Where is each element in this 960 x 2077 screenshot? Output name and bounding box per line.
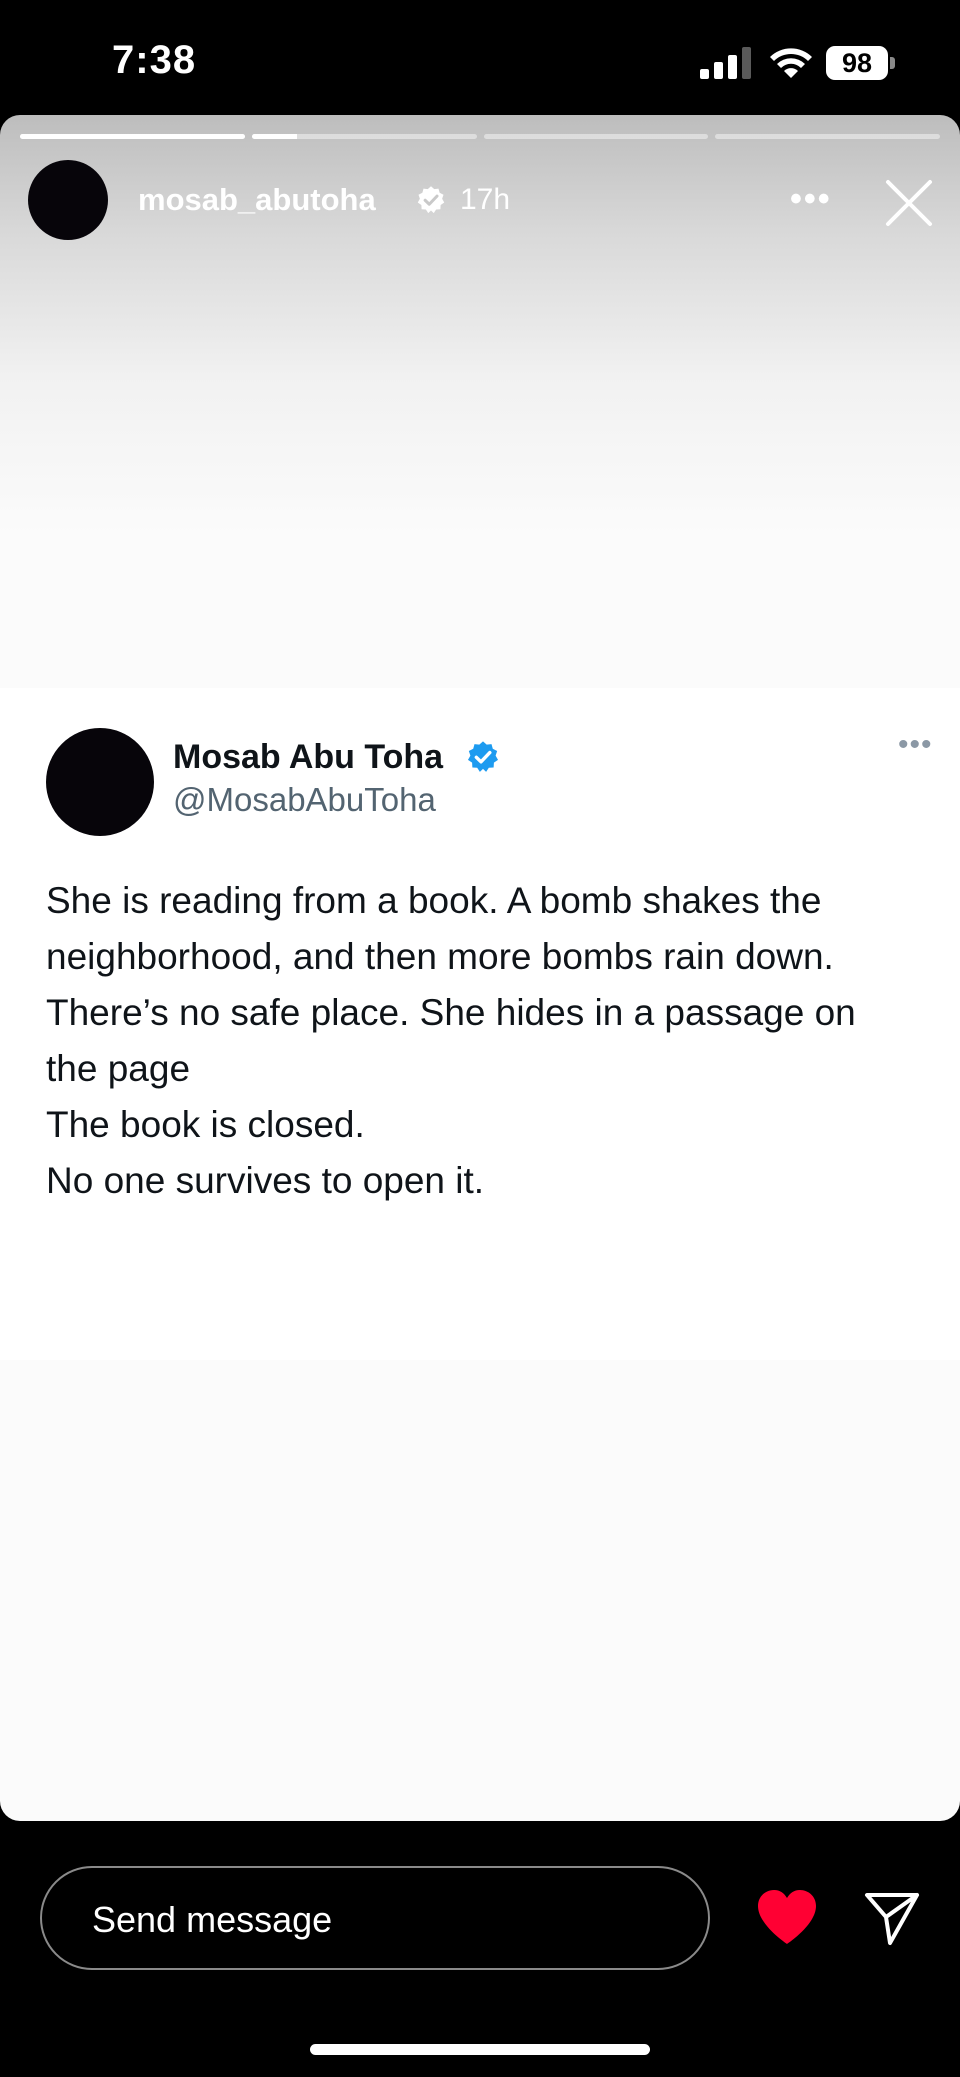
heart-icon[interactable]	[756, 1888, 818, 1946]
story-username[interactable]: mosab_abutoha	[138, 182, 376, 218]
more-icon[interactable]: •••	[790, 180, 832, 219]
battery-nub	[890, 57, 895, 69]
story-progress-segment	[20, 134, 245, 139]
tweet-author-name: Mosab Abu Toha	[173, 738, 444, 776]
tweet-card[interactable]: Mosab Abu Toha @MosabAbuToha ••• She is …	[0, 688, 960, 1360]
wifi-icon	[770, 48, 812, 78]
home-indicator[interactable]	[310, 2044, 650, 2055]
verified-badge-icon	[467, 741, 499, 772]
close-icon[interactable]	[884, 178, 934, 228]
tweet-text: She is reading from a book. A bomb shake…	[46, 873, 946, 1209]
segment-fill	[20, 134, 245, 139]
tweet-line: the page	[46, 1048, 191, 1089]
segment-fill	[251, 134, 297, 139]
send-icon[interactable]	[862, 1887, 922, 1947]
battery-icon: 98	[826, 46, 896, 80]
story-progress-segment	[715, 134, 940, 139]
story-timestamp: 17h	[460, 183, 511, 216]
tweet-line: She is reading from a book. A bomb shake…	[46, 880, 822, 921]
battery-level: 98	[826, 46, 888, 80]
tweet-more-icon: •••	[898, 728, 933, 761]
tweet-line: The book is closed.	[46, 1104, 365, 1145]
verified-badge-icon	[417, 186, 445, 214]
tweet-line: No one survives to open it.	[46, 1160, 485, 1201]
tweet-line: There’s no safe place. She hides in a pa…	[46, 992, 856, 1033]
send-message-placeholder: Send message	[92, 1899, 333, 1940]
story-progress-segment	[483, 134, 709, 139]
story-avatar[interactable]	[28, 160, 108, 240]
status-time: 7:38	[112, 38, 197, 82]
story-progress-segment	[251, 134, 477, 139]
status-bar: 7:38 98	[0, 0, 960, 115]
send-message-input[interactable]: Send message	[40, 1866, 710, 1970]
tweet-line: neighborhood, and then more bombs rain d…	[46, 936, 834, 977]
signal-icon	[700, 47, 751, 79]
tweet-avatar	[46, 728, 154, 836]
story-viewer[interactable]: mosab_abutoha 17h ••• Mosab Abu Toha @Mo…	[0, 115, 960, 1821]
story-header: mosab_abutoha 17h •••	[28, 160, 940, 240]
story-progress	[20, 134, 940, 139]
tweet-author-handle: @MosabAbuToha	[173, 781, 436, 818]
